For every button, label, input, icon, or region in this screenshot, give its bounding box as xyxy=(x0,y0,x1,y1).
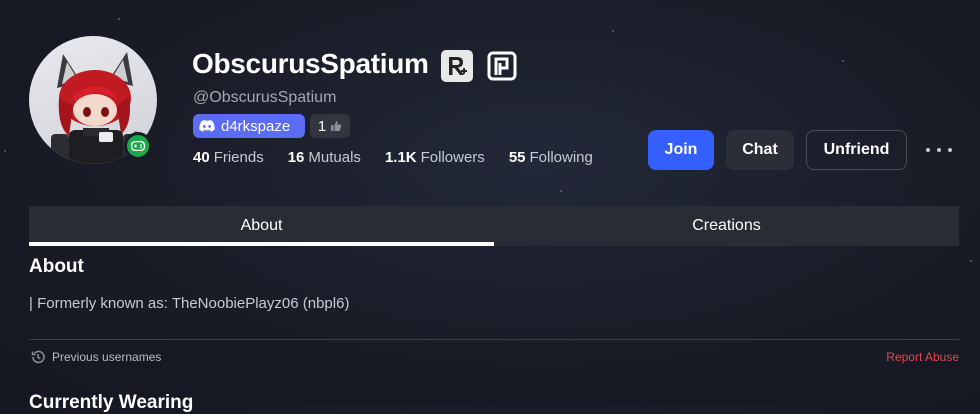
previous-usernames-label: Previous usernames xyxy=(52,350,162,364)
tab-about[interactable]: About xyxy=(29,206,494,246)
report-abuse-link[interactable]: Report Abuse xyxy=(886,350,959,364)
join-button[interactable]: Join xyxy=(648,130,714,170)
background-star xyxy=(118,18,120,20)
followers-stat[interactable]: 1.1K Followers xyxy=(385,149,485,166)
rating-chip[interactable]: 1 xyxy=(310,114,350,138)
background-star xyxy=(4,150,6,152)
following-stat[interactable]: 55 Following xyxy=(509,149,593,166)
background-star xyxy=(560,190,562,192)
divider xyxy=(29,339,959,340)
presence-indicator xyxy=(124,132,152,160)
tab-creations[interactable]: Creations xyxy=(494,206,959,246)
discord-handle: d4rkspaze xyxy=(221,117,291,135)
discord-tag[interactable]: d4rkspaze xyxy=(193,114,305,138)
thumbs-up-icon xyxy=(331,121,342,131)
previous-usernames-link[interactable]: Previous usernames xyxy=(30,349,161,365)
currently-wearing-heading: Currently Wearing xyxy=(29,392,194,413)
unfriend-button[interactable]: Unfriend xyxy=(806,130,907,170)
friends-stat[interactable]: 40 Friends xyxy=(193,149,264,166)
rating-count: 1 xyxy=(317,117,327,135)
mutuals-stat[interactable]: 16 Mutuals xyxy=(288,149,361,166)
background-star xyxy=(970,260,972,262)
more-options-icon[interactable] xyxy=(926,140,952,160)
discord-icon xyxy=(199,120,215,132)
profile-stats: 40 Friends 16 Mutuals 1.1K Followers 55 Foll… xyxy=(193,149,593,166)
gamepad-icon xyxy=(131,141,145,151)
history-icon xyxy=(31,350,45,364)
about-description: | Formerly known as: TheNoobiePlayz06 (n… xyxy=(29,295,350,312)
display-name: ObscurusSpatium xyxy=(192,48,429,79)
chat-button[interactable]: Chat xyxy=(726,130,794,170)
background-star xyxy=(612,30,614,32)
username: @ObscurusSpatium xyxy=(193,89,337,106)
profile-tabs: About Creations xyxy=(29,206,959,246)
r-plus-badge-icon[interactable] xyxy=(441,50,473,82)
about-heading: About xyxy=(29,256,84,277)
background-star xyxy=(842,60,844,62)
p-badge-icon[interactable] xyxy=(486,50,518,82)
